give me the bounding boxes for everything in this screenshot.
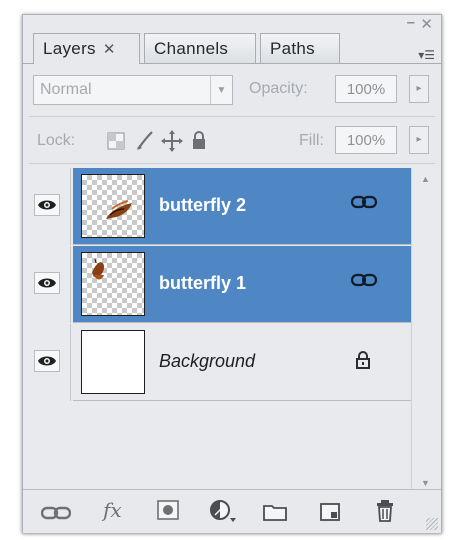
tab-layers-label: Layers [43, 39, 96, 58]
fill-field[interactable]: 100% [335, 126, 397, 154]
layer-thumbnail [81, 330, 145, 394]
opacity-slider-button[interactable]: ▸ [409, 75, 429, 103]
visibility-cell [25, 168, 71, 245]
layer-main[interactable]: butterfly 2 [73, 168, 411, 245]
lock-all-icon[interactable] [191, 130, 207, 155]
fill-label: Fill: [299, 132, 324, 149]
row-divider [73, 322, 411, 323]
adjustment-layer-icon[interactable] [209, 499, 237, 528]
opacity-field[interactable]: 100% [335, 75, 397, 103]
layer-thumbnail [81, 252, 145, 316]
tab-paths-label: Paths [270, 39, 315, 58]
eye-icon[interactable] [34, 272, 60, 294]
layer-name[interactable]: Background [159, 351, 255, 372]
scroll-down-icon[interactable]: ▼ [421, 478, 430, 488]
divider [29, 116, 435, 117]
scrollbar[interactable]: ▲ ▼ [411, 168, 439, 490]
close-panel-icon[interactable]: ✕ [420, 17, 433, 32]
lock-icon [355, 350, 371, 375]
tab-paths[interactable]: Paths [260, 33, 340, 63]
eye-icon[interactable] [34, 194, 60, 216]
opacity-label: Opacity: [249, 80, 308, 97]
layer-row-background[interactable]: Background [25, 324, 411, 402]
fill-slider-button[interactable]: ▸ [409, 126, 429, 154]
layer-mask-icon[interactable] [157, 500, 179, 525]
butterfly-icon [92, 258, 104, 280]
minimize-icon[interactable]: – [407, 15, 415, 30]
blend-mode-dropdown[interactable]: Normal ▼ [33, 75, 233, 105]
lock-transparent-pixels-icon[interactable] [107, 132, 125, 155]
layer-row-butterfly-2[interactable]: butterfly 2 [25, 168, 411, 246]
link-icon [350, 273, 378, 292]
tab-close-icon[interactable]: ✕ [103, 41, 116, 58]
lock-label: Lock: [37, 132, 76, 149]
tab-channels[interactable]: Channels [144, 33, 256, 63]
scroll-up-icon[interactable]: ▲ [421, 174, 430, 184]
link-icon [350, 195, 378, 214]
tab-channels-label: Channels [154, 39, 229, 58]
panel-menu-icon[interactable]: ▾☰ [418, 48, 435, 62]
butterfly-icon [106, 200, 132, 219]
layer-name[interactable]: butterfly 2 [159, 195, 246, 216]
link-layers-icon[interactable] [40, 505, 72, 526]
visibility-cell [25, 324, 71, 401]
layer-main[interactable]: butterfly 1 [73, 246, 411, 323]
tab-layers[interactable]: Layers ✕ [33, 33, 140, 64]
resize-grip-icon[interactable] [426, 518, 438, 530]
layer-main[interactable]: Background [73, 324, 411, 401]
layer-thumbnail [81, 174, 145, 238]
layers-panel: – ✕ Layers ✕ Channels Paths ▾☰ Normal ▼ … [22, 14, 442, 533]
new-group-icon[interactable] [263, 503, 287, 526]
chevron-down-icon: ▼ [210, 76, 232, 104]
delete-layer-icon[interactable] [375, 499, 395, 528]
divider [29, 163, 435, 164]
row-divider [73, 244, 411, 245]
layer-row-butterfly-1[interactable]: butterfly 1 [25, 246, 411, 324]
layer-style-icon[interactable]: fx [103, 498, 122, 522]
lock-position-icon[interactable] [161, 130, 183, 157]
layers-list: butterfly 2 butterfly 1 Background [25, 168, 411, 488]
lock-image-pixels-icon[interactable] [135, 130, 155, 157]
panel-footer: fx [23, 489, 441, 533]
layer-name[interactable]: butterfly 1 [159, 273, 246, 294]
new-layer-icon[interactable] [319, 502, 341, 527]
visibility-cell [25, 246, 71, 323]
row-divider [73, 400, 411, 401]
eye-icon[interactable] [34, 350, 60, 372]
blend-mode-value: Normal [40, 81, 92, 98]
